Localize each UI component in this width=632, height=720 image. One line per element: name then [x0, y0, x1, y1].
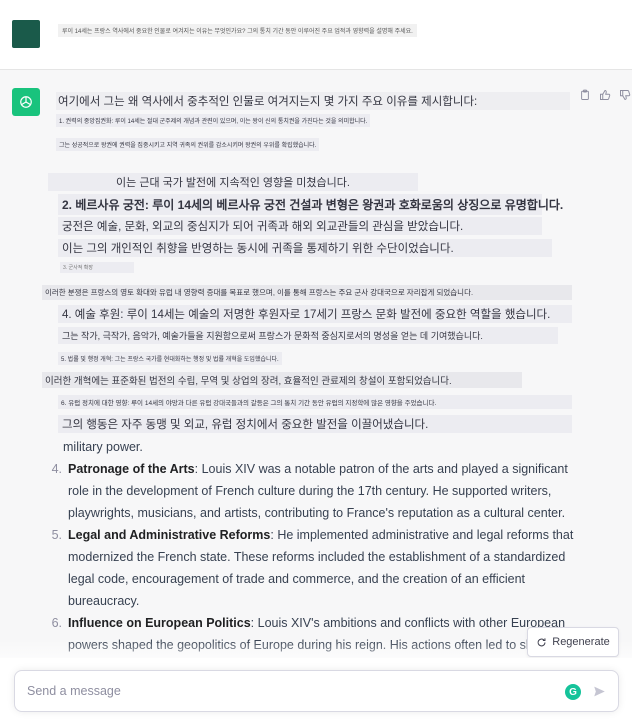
ko-point-2-purpose: 이는 그의 개인적인 취향을 반영하는 동시에 귀족을 통제하기 위한 수단이었… [58, 239, 552, 257]
grammarly-icon[interactable]: G [565, 684, 581, 700]
ko-point-2-detail: 궁전은 예술, 문화, 외교의 중심지가 되어 귀족과 해외 외교관들의 관심을… [58, 217, 542, 235]
ko-point-3-detail: 이러한 분쟁은 프랑스의 영토 확대와 유럽 내 영향력 증대를 목표로 했으며… [42, 285, 572, 300]
message-actions [578, 88, 632, 102]
openai-logo-icon [12, 88, 40, 116]
regenerate-button[interactable]: Regenerate [527, 627, 619, 657]
list-item-title: Legal and Administrative Reforms [68, 528, 271, 542]
refresh-icon [536, 637, 547, 648]
ko-point-6: 6. 유럽 정치에 대한 영향: 루이 14세의 야망과 다른 유럽 강대국들과… [58, 395, 572, 409]
list-continuation-text: military power. [63, 440, 143, 454]
regenerate-label: Regenerate [552, 636, 610, 648]
thumbs-up-icon[interactable] [598, 88, 612, 102]
send-icon [593, 686, 605, 696]
ko-intro-line: 여기에서 그는 왜 역사에서 중추적인 인물로 여겨지는지 몇 가지 주요 이유… [56, 92, 570, 110]
list-item-number: 5. [51, 528, 62, 542]
ko-point-1-detail: 그는 성공적으로 왕권에 권력을 집중시키고 지역 귀족의 권위를 감소시키며 … [56, 138, 320, 151]
ko-point-1: 1. 권력의 중앙집권화: 루이 14세는 절대 군주제의 개념과 관련이 있으… [56, 114, 371, 127]
ko-point-4: 4. 예술 후원: 루이 14세는 예술의 저명한 후원자로 17세기 프랑스 … [58, 305, 572, 323]
ko-point-1-impact: 이는 근대 국가 발전에 지속적인 영향을 미쳤습니다. [48, 173, 418, 191]
user-message-text: 루이 14세는 프랑스 역사에서 중요한 인물로 여겨지는 이유는 무엇인가요?… [58, 24, 417, 37]
thumbs-down-icon[interactable] [618, 88, 632, 102]
ko-point-5-detail: 이러한 개혁에는 표준화된 법전의 수립, 무역 및 상업의 장려, 효율적인 … [42, 372, 522, 388]
ko-point-5: 5. 법률 및 행정 개혁: 그는 프랑스 국가를 현대화하는 행정 및 법률 … [58, 352, 282, 365]
ko-point-3-heading: 3. 군사적 확장 [60, 262, 134, 273]
user-message-row: 루이 14세는 프랑스 역사에서 중요한 인물로 여겨지는 이유는 무엇인가요?… [0, 0, 632, 70]
message-input[interactable] [27, 681, 547, 701]
list-item-number: 4. [51, 462, 62, 476]
ko-point-6-detail: 그의 행동은 자주 동맹 및 외교, 유럽 정치에서 중요한 발전을 이끌어냈습… [58, 415, 572, 433]
send-button[interactable] [591, 683, 607, 699]
list-item-title: Influence on European Politics [68, 616, 251, 630]
list-item-reforms: 5. Legal and Administrative Reforms: He … [44, 524, 584, 612]
message-composer: G [14, 670, 619, 712]
ko-point-4-detail: 그는 작가, 극작가, 음악가, 예술가들을 지원함으로써 프랑스가 문화적 중… [58, 327, 558, 344]
clipboard-icon[interactable] [578, 88, 592, 102]
list-item-patronage: 4. Patronage of the Arts: Louis XIV was … [44, 458, 584, 524]
list-item-title: Patronage of the Arts [68, 462, 195, 476]
ko-point-2: 2. 베르사유 궁전: 루이 14세의 베르사유 궁전 건설과 변형은 왕권과 … [58, 194, 563, 215]
user-avatar [12, 20, 40, 48]
